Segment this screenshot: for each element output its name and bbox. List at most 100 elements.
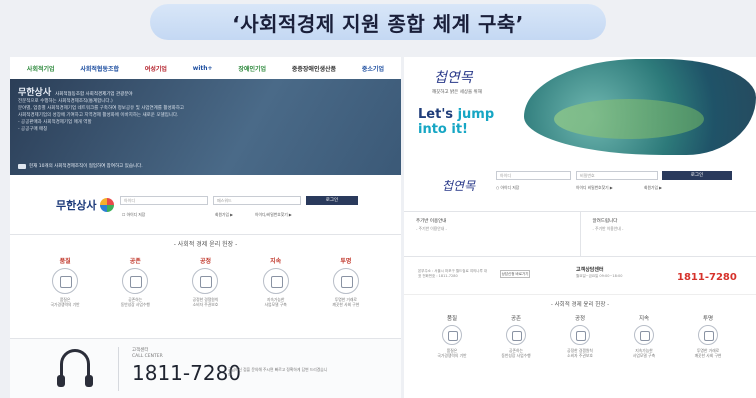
logo-disabled-enterprise[interactable]: 장애인기업 xyxy=(238,64,266,73)
save-id-checkbox[interactable]: ☐ 아이디 저장 xyxy=(122,212,145,218)
value-transparency[interactable]: 투명 투명한 거래로 깨끗한 사회 구현 xyxy=(319,256,373,307)
landscape-illustration xyxy=(524,59,756,155)
muhan-site-screenshot: 사회적기업 사회적협동조합 여성기업 with+ 장애인기업 중증장애인생산품 … xyxy=(10,57,401,398)
login-button[interactable]: 로그인 xyxy=(306,196,358,205)
value-quality[interactable]: 품질 품질은 국가경쟁력의 기반 xyxy=(38,256,92,307)
value-desc: 지속가능한 사업모델 구축 xyxy=(264,297,287,307)
call-center-phone: 1811-7280 xyxy=(132,361,242,385)
network-icon xyxy=(570,325,590,345)
hero-line: 전문적으로 수행하는 사회적경제조직(통계합니다.) xyxy=(18,99,113,104)
slide-title: ‘사회적경제 지원 종합 체계 구축’ xyxy=(150,4,606,40)
password-input[interactable]: 패스워드 xyxy=(213,196,301,205)
value-desc: 공존하는 동반성장 사업수행 xyxy=(120,297,150,307)
value-name: 공존 xyxy=(510,316,522,322)
partner-logo-bar: 사회적기업 사회적협동조합 여성기업 with+ 장애인기업 중증장애인생산품 … xyxy=(10,57,401,79)
value-desc: 투명한 거래로 깨끗한 사회 구현 xyxy=(694,348,722,358)
value-desc: 지속가능한 사업모델 구축 xyxy=(632,348,656,358)
divider xyxy=(118,347,119,391)
id-input[interactable]: 아이디 xyxy=(496,171,571,180)
box-icon xyxy=(634,325,654,345)
value-name: 품질 xyxy=(59,258,71,265)
board-notice[interactable]: 알려드립니다 - 주기반 이용안내 - xyxy=(581,212,756,256)
value-quality[interactable]: 품질 품질은 국가경쟁력의 기반 xyxy=(430,314,474,358)
hero-line: 사회적경제기업의 성장에 기여하고 지역경제 활성화에 이바지하는 새로운 모델… xyxy=(18,113,179,118)
medal-icon xyxy=(52,268,79,294)
value-desc: 품질은 국가경쟁력의 기반 xyxy=(437,348,467,358)
people-icon xyxy=(122,268,149,294)
customer-center: 본부주소 : 서울시 마포구 월드컵로 여의나루 대표 전화번호 : 1811-… xyxy=(404,257,756,295)
value-transparency[interactable]: 투명 투명한 거래로 깨끗한 사회 구현 xyxy=(686,314,730,358)
join-link[interactable]: 회원가입 ▶ xyxy=(644,185,662,191)
notice-icon xyxy=(18,163,26,169)
join-link[interactable]: 회원가입 ▶ xyxy=(215,212,233,218)
flower-logo-icon xyxy=(100,198,115,212)
call-center: 고객센터 CALL CENTER 1811-7280 궁금하신 점을 문의해 주시… xyxy=(10,338,401,398)
value-name: 공정 xyxy=(199,258,211,265)
site-logo[interactable]: 첩연목 xyxy=(442,177,475,194)
customer-center-hours: 월요일~금요일 09:00~18:00 xyxy=(576,274,623,278)
document-icon xyxy=(332,268,359,294)
logo-severe-disabled-products[interactable]: 중증장애인생산품 xyxy=(292,64,336,73)
save-id-checkbox[interactable]: ○ 아이디 저장 xyxy=(496,185,519,191)
hero-line: - 공공판매과 사회적경제기업 매개 역할 xyxy=(18,120,92,125)
value-name: 투명 xyxy=(702,316,714,322)
medal-icon xyxy=(442,325,462,345)
hero-brand: 첩연목 xyxy=(434,70,473,86)
board-usage-guide[interactable]: 주기반 이용안내 - 주기반 이용안내 - xyxy=(404,212,581,256)
people-icon xyxy=(506,325,526,345)
value-desc: 투명한 거래로 깨끗한 사회 구현 xyxy=(332,297,360,307)
value-desc: 공존하는 동반성장 사업수행 xyxy=(501,348,531,358)
logo-social-coop[interactable]: 사회적협동조합 xyxy=(80,64,119,73)
logo-with-plus[interactable]: with+ xyxy=(193,65,213,72)
network-icon xyxy=(192,268,219,294)
logo-sme[interactable]: 중소기업 xyxy=(362,64,384,73)
value-name: 공존 xyxy=(129,258,141,265)
value-fairness[interactable]: 공정 공정한 경쟁원칙 소비자 주권보호 xyxy=(558,314,602,358)
value-desc: 품질은 국가경쟁력의 기반 xyxy=(50,297,80,307)
value-name: 품질 xyxy=(446,316,458,322)
board-section: 주기반 이용안내 - 주기반 이용안내 - 알려드립니다 - 주기반 이용안내 … xyxy=(404,212,756,257)
value-sustainability[interactable]: 지속 지속가능한 사업모델 구축 xyxy=(249,256,303,307)
login-bar: 무한상사 아이디 패스워드 로그인 ☐ 아이디 저장 회원가입 ▶ 아이디/비밀… xyxy=(10,175,401,235)
hero-notice: 현재 10개의 사회적경제조직이 협업하여 참여하고 있습니다. xyxy=(18,163,143,169)
value-coexistence[interactable]: 공존 공존하는 동반성장 사업수행 xyxy=(108,256,162,307)
customer-center-title: 고객상담센터 xyxy=(576,267,604,273)
find-account-link[interactable]: 아이디/비밀번호찾기 ▶ xyxy=(255,212,292,218)
value-name: 지속 xyxy=(638,316,650,322)
hero-brand: 무한상사 사회적협동조합 사회적경제기업 관광분야 xyxy=(18,88,133,98)
value-desc: 공정한 경쟁원칙 소비자 주권보호 xyxy=(192,297,219,307)
find-account-link[interactable]: 아이디 비밀번호찾기 ▶ xyxy=(576,185,613,191)
hero-banner: 무한상사 사회적협동조합 사회적경제기업 관광분야 전문적으로 수행하는 사회적경… xyxy=(10,79,401,175)
ethics-charter-title: - 사회적 경제 윤리 헌장 - xyxy=(173,241,238,248)
headset-icon xyxy=(57,349,93,387)
value-desc: 공정한 경쟁원칙 소비자 주권보호 xyxy=(567,348,593,358)
value-name: 투명 xyxy=(340,258,352,265)
address-info: 본부주소 : 서울시 마포구 월드컵로 여의나루 대표 전화번호 : 1811-… xyxy=(418,269,488,278)
value-name: 공정 xyxy=(574,316,586,322)
hero-tagline: 깨끗하고 밝은 세상을 위해 xyxy=(432,90,482,95)
value-name: 지속 xyxy=(270,258,282,265)
call-center-label: 고객센터 CALL CENTER xyxy=(132,348,163,359)
ethics-charter-title: - 사회적 경제 윤리 헌장 - xyxy=(550,302,610,308)
hero-line: - 공공구매 매칭 xyxy=(18,127,48,132)
customer-center-phone: 1811-7280 xyxy=(677,272,737,283)
hero-slogan: Let's jump into it! xyxy=(418,107,495,137)
value-fairness[interactable]: 공정 공정한 경쟁원칙 소비자 주권보호 xyxy=(178,256,232,307)
login-button[interactable]: 로그인 xyxy=(662,171,732,180)
logo-women-enterprise[interactable]: 여성기업 xyxy=(145,64,167,73)
consult-button[interactable]: 상담신청 바로가기 xyxy=(500,270,530,278)
ethics-charter-section: - 사회적 경제 윤리 헌장 - 품질 품질은 국가경쟁력의 기반 공존 공존하… xyxy=(10,235,401,340)
cheopyeonmok-site-screenshot: 첩연목 깨끗하고 밝은 세상을 위해 Let's jump into it! 첩연… xyxy=(404,57,756,398)
hero-line: 분야별, 업종별 사회적경제기업 네트워크를 구축하여 정보공유 및 사업연계를… xyxy=(18,106,185,111)
value-sustainability[interactable]: 지속 지속가능한 사업모델 구축 xyxy=(622,314,666,358)
document-icon xyxy=(698,325,718,345)
muhan-logo[interactable]: 무한상사 xyxy=(56,197,115,213)
ethics-charter-section: - 사회적 경제 윤리 헌장 - 품질 품질은 국가경쟁력의 기반 공존 공존하… xyxy=(404,295,756,398)
logo-social-enterprise[interactable]: 사회적기업 xyxy=(27,64,55,73)
login-bar: 첩연목 아이디 비밀번호 로그인 ○ 아이디 저장 아이디 비밀번호찾기 ▶ 회… xyxy=(404,157,756,212)
box-icon xyxy=(262,268,289,294)
password-input[interactable]: 비밀번호 xyxy=(576,171,658,180)
value-coexistence[interactable]: 공존 공존하는 동반성장 사업수행 xyxy=(494,314,538,358)
call-center-note: 궁금하신 점을 문의해 주시면 빠르고 정확하게 답변 드리겠습니다. xyxy=(228,367,328,377)
id-input[interactable]: 아이디 xyxy=(120,196,208,205)
